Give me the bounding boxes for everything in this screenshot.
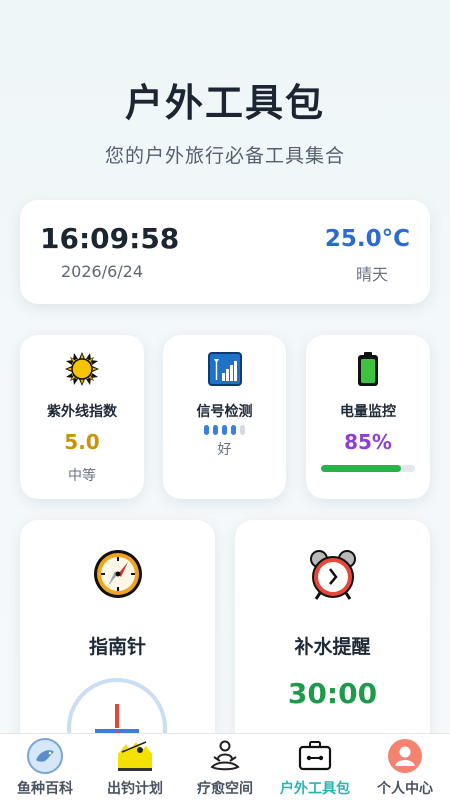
tab-label: 疗愈空间 (197, 781, 253, 797)
user-icon (360, 738, 450, 774)
signal-strength-bars (163, 425, 286, 435)
signal-label: 信号检测 (196, 404, 253, 420)
battery-value: 85% (344, 430, 392, 454)
signal-bar (204, 425, 209, 435)
signal-bar (240, 425, 245, 435)
battery-level-fill (321, 465, 401, 472)
weather-status: 晴天 (355, 265, 388, 284)
uv-index-card[interactable]: 紫外线指数 5.0 中等 (20, 335, 144, 499)
uv-level: 中等 (68, 468, 96, 484)
page-title: 户外工具包 (124, 81, 325, 125)
page-subtitle: 您的户外旅行必备工具集合 (104, 145, 345, 167)
signal-check-card[interactable]: 信号检测 好 (163, 335, 286, 499)
current-date: 2026/6/24 (61, 262, 144, 281)
battery-level-bar (321, 465, 415, 472)
water-timer: 30:00 (287, 677, 378, 710)
header: 户外工具包 您的户外旅行必备工具集合 (0, 72, 450, 168)
tab-fish-encyclopedia[interactable]: 鱼种百科 (0, 734, 90, 800)
tab-label: 鱼种百科 (17, 781, 73, 797)
tab-label: 户外工具包 (280, 781, 350, 797)
toolbox-icon (270, 738, 360, 774)
fish-icon (0, 738, 90, 774)
battery-icon (306, 351, 430, 387)
tab-outdoor-toolkit[interactable]: 户外工具包 (270, 734, 360, 800)
time-weather-card: 16:09:58 2026/6/24 25.0°C 晴天 (20, 200, 430, 304)
signal-bar (231, 425, 236, 435)
signal-bar (222, 425, 227, 435)
compass-icon (20, 548, 215, 600)
uv-label: 紫外线指数 (47, 404, 117, 420)
bottom-tab-bar: 鱼种百科 出钓计划 疗愈空间 户外工具包 个人中心 (0, 733, 450, 800)
battery-monitor-card[interactable]: 电量监控 85% (306, 335, 430, 499)
tab-fishing-plan[interactable]: 出钓计划 (90, 734, 180, 800)
alarm-clock-icon (235, 548, 430, 602)
tab-label: 个人中心 (377, 781, 433, 797)
signal-quality: 好 (217, 442, 232, 458)
compass-label: 指南针 (88, 636, 146, 658)
signal-bar (213, 425, 218, 435)
signal-icon (163, 351, 286, 387)
current-time: 16:09:58 (40, 222, 180, 255)
tab-healing-space[interactable]: 疗愈空间 (180, 734, 270, 800)
tab-profile[interactable]: 个人中心 (360, 734, 450, 800)
tab-label: 出钓计划 (107, 781, 163, 797)
temperature: 25.0°C (324, 226, 410, 252)
meditation-icon (180, 738, 270, 774)
sun-icon (20, 351, 144, 387)
battery-label: 电量监控 (340, 404, 396, 420)
uv-value: 5.0 (64, 430, 100, 454)
water-reminder-label: 补水提醒 (294, 636, 371, 658)
fishing-plan-icon (90, 738, 180, 774)
